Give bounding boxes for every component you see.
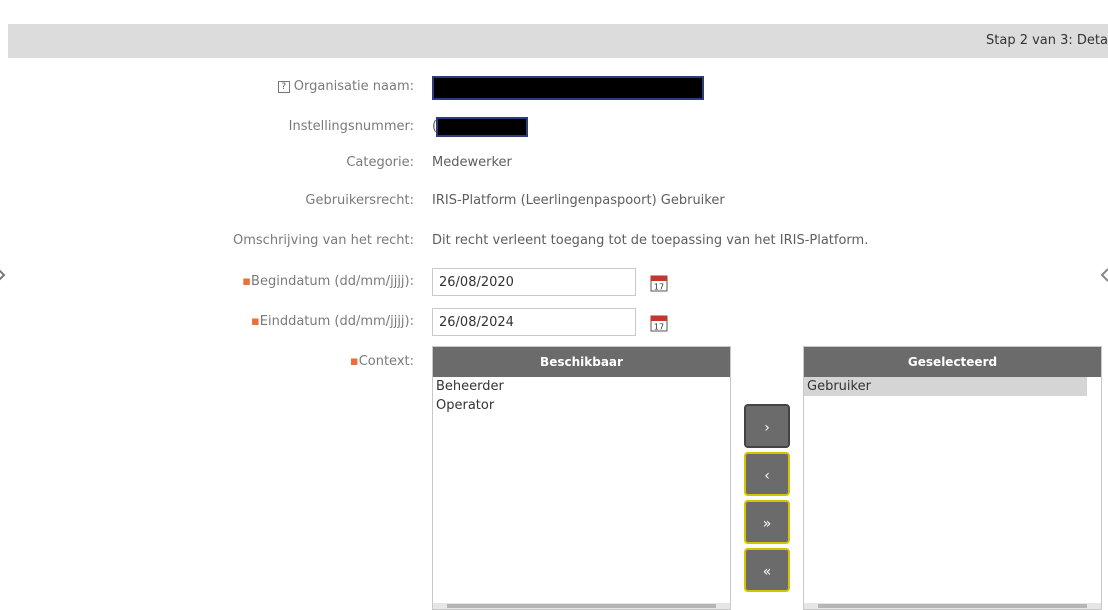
step-indicator-text: Stap 2 van 3: Deta (986, 33, 1108, 48)
top-strip (0, 0, 1108, 12)
category-value: Medewerker (432, 155, 512, 170)
move-selected-left-button[interactable]: ‹ (744, 452, 790, 496)
step-indicator-bar: Stap 2 van 3: Deta (8, 24, 1108, 58)
move-selected-right-button[interactable]: › (744, 404, 790, 448)
required-marker: ▪ (250, 314, 260, 329)
list-item[interactable]: Gebruiker (804, 377, 1087, 396)
list-item[interactable]: Beheerder (433, 377, 730, 396)
available-list[interactable]: Beschikbaar Beheerder Operator (432, 346, 731, 610)
start-date-label: ▪Begindatum (dd/mm/jjjj): (242, 274, 414, 289)
calendar-icon[interactable]: 17 (650, 274, 668, 292)
org-name-label-text: Organisatie naam: (293, 79, 414, 94)
description-value: Dit recht verleent toegang tot de toepas… (432, 233, 869, 248)
horizontal-scrollbar[interactable] (433, 603, 730, 609)
help-icon[interactable]: ? (277, 81, 290, 93)
available-list-header: Beschikbaar (433, 347, 730, 377)
institution-label: Instellingsnummer: (288, 119, 414, 134)
category-label: Categorie: (346, 155, 414, 170)
svg-text:17: 17 (654, 323, 664, 332)
org-name-label: ? Organisatie naam: (277, 79, 414, 94)
horizontal-scrollbar[interactable] (804, 603, 1101, 609)
right-value: IRIS-Platform (Leerlingenpaspoort) Gebru… (432, 193, 725, 208)
svg-text:17: 17 (654, 283, 664, 292)
chevron-right-icon[interactable] (1100, 268, 1108, 282)
list-item[interactable]: Operator (433, 396, 730, 415)
selected-list[interactable]: Geselecteerd Gebruiker (803, 346, 1102, 610)
institution-value-redacted (436, 117, 528, 137)
description-label: Omschrijving van het recht: (233, 233, 414, 248)
required-marker: ▪ (242, 274, 252, 289)
move-all-left-button[interactable]: « (744, 548, 790, 592)
move-all-right-button[interactable]: » (744, 500, 790, 544)
calendar-icon[interactable]: 17 (650, 314, 668, 332)
context-label: ▪Context: (349, 354, 414, 369)
required-marker: ▪ (349, 354, 359, 369)
end-date-input[interactable] (432, 308, 636, 336)
start-date-input[interactable] (432, 268, 636, 296)
end-date-label: ▪Einddatum (dd/mm/jjjj): (250, 314, 414, 329)
org-name-value-redacted (432, 76, 704, 100)
selected-list-header: Geselecteerd (804, 347, 1101, 377)
right-label: Gebruikersrecht: (305, 193, 414, 208)
chevron-left-icon[interactable] (0, 268, 6, 282)
